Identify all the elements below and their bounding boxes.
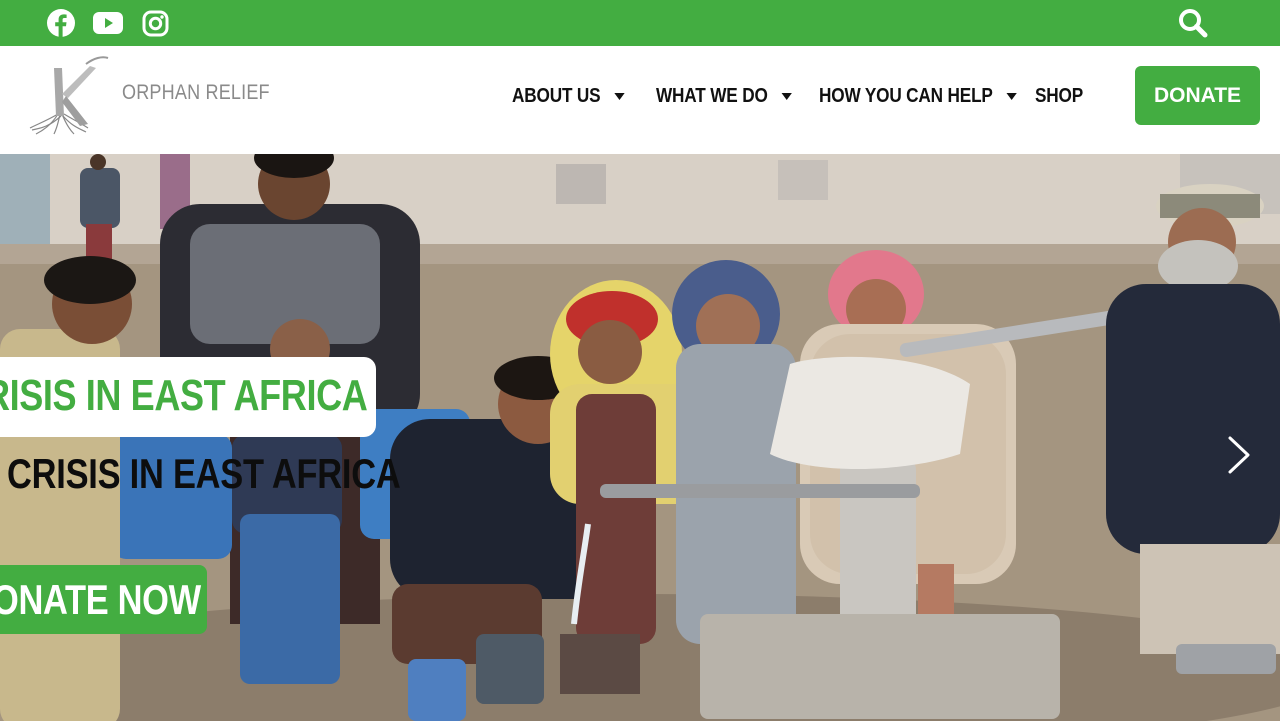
facebook-icon[interactable] <box>45 8 77 38</box>
hero-headline: RISIS IN EAST AFRICA <box>0 371 368 420</box>
caret-down-icon <box>781 92 792 100</box>
youtube-icon[interactable] <box>92 8 124 38</box>
donate-button[interactable]: DONATE <box>1135 66 1260 125</box>
top-social-bar <box>0 0 1280 46</box>
nav-label: SHOP <box>1035 84 1084 107</box>
chevron-right-icon[interactable] <box>1222 434 1254 476</box>
nav-label: ABOUT US <box>512 84 601 107</box>
donate-now-button[interactable]: ONATE NOW <box>0 565 207 634</box>
nav-shop[interactable]: SHOP <box>1035 82 1083 110</box>
search-icon[interactable] <box>1176 7 1210 39</box>
headline-banner: RISIS IN EAST AFRICA <box>0 357 376 437</box>
hero-photo <box>0 154 1280 721</box>
logo[interactable]: ORPHAN RELIEF <box>28 54 270 136</box>
nav-label: WHAT WE DO <box>656 84 768 107</box>
nav-how-you-can-help[interactable]: HOW YOU CAN HELP <box>819 82 1017 110</box>
hero-subheadline: CRISIS IN EAST AFRICA <box>7 450 401 497</box>
site-header: ORPHAN RELIEF ABOUT US WHAT WE DO HOW YO… <box>0 46 1280 154</box>
instagram-icon[interactable] <box>140 8 170 38</box>
caret-down-icon <box>1006 92 1017 100</box>
hero-slider: RISIS IN EAST AFRICA CRISIS IN EAST AFRI… <box>0 154 1280 721</box>
donate-now-label: ONATE NOW <box>0 576 201 623</box>
nav-about-us[interactable]: ABOUT US <box>512 82 625 110</box>
logo-text: ORPHAN RELIEF <box>122 81 270 104</box>
caret-down-icon <box>614 92 625 100</box>
nav-label: HOW YOU CAN HELP <box>819 84 993 107</box>
nav-what-we-do[interactable]: WHAT WE DO <box>656 82 792 110</box>
